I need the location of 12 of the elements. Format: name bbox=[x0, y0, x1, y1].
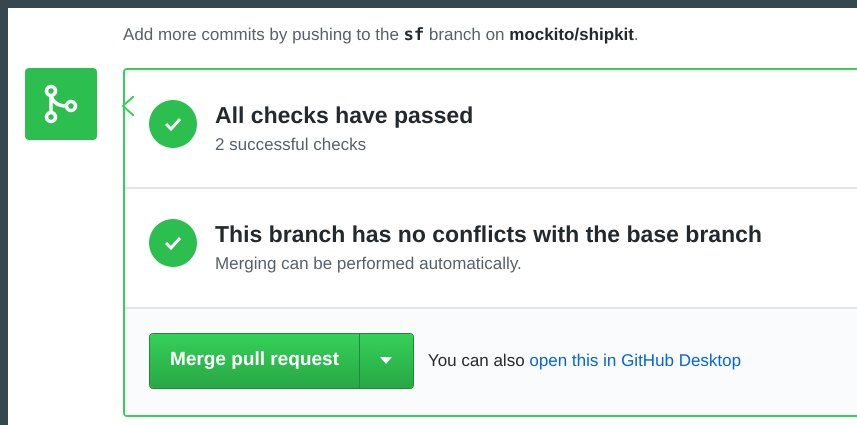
caret-icon bbox=[380, 357, 392, 364]
desktop-link[interactable]: open this in GitHub Desktop bbox=[529, 350, 742, 370]
check-icon bbox=[149, 219, 197, 267]
status-subtitle: 2 successful checks bbox=[215, 134, 368, 156]
status-subtitle: Merging can be performed automatically. bbox=[215, 253, 523, 275]
desktop-hint: You can also open this in GitHub Desktop bbox=[428, 350, 742, 372]
merge-options-button[interactable] bbox=[358, 334, 413, 388]
check-icon bbox=[149, 100, 197, 148]
merge-icon bbox=[25, 68, 97, 140]
status-title: This branch has no conflicts with the base branch bbox=[215, 220, 762, 249]
branch-hint: Add more commits by pushing to the sf branch on mockito/shipkit. bbox=[123, 24, 640, 47]
status-title: All checks have passed bbox=[215, 100, 474, 130]
